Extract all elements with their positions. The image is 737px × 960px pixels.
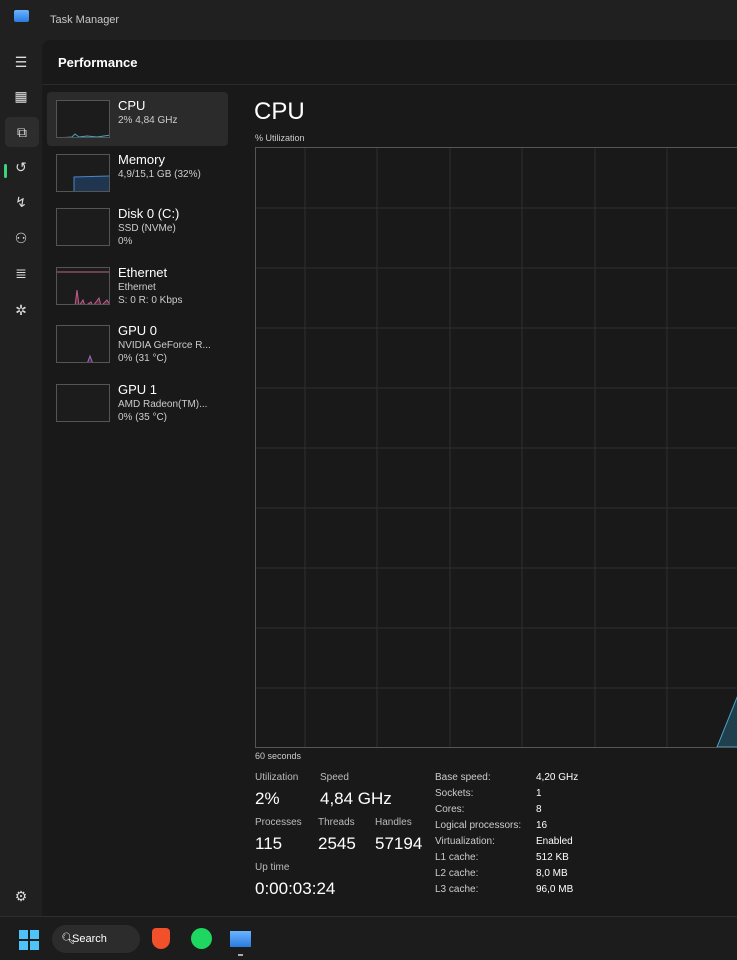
device-sub: 0% (31 °C): [118, 353, 168, 364]
cpu-thumbnail: [56, 100, 110, 138]
device-sub: 0%: [118, 236, 133, 247]
main-panel: Performance CPU 2% 4,84 GHz Memory 4,9/1…: [42, 40, 737, 916]
spotify-icon[interactable]: [191, 928, 212, 949]
title-bar: Task Manager: [0, 0, 737, 40]
device-name: Disk 0 (C:): [118, 206, 180, 221]
device-sub: 0% (35 °C): [118, 412, 168, 423]
threads-label: Threads: [318, 817, 355, 828]
hamburger-menu-icon[interactable]: ☰: [11, 52, 31, 72]
brave-icon[interactable]: [152, 928, 170, 949]
device-disk[interactable]: Disk 0 (C:) SSD (NVMe) 0%: [47, 200, 228, 254]
cpu-utilization-graph: [255, 147, 737, 748]
spec-value: 8: [536, 804, 542, 815]
detail-title: CPU: [254, 98, 305, 125]
device-sub: AMD Radeon(TM)...: [118, 399, 208, 410]
speed-label: Speed: [320, 772, 349, 783]
spec-label: Sockets:: [435, 788, 474, 799]
uptime-value: 0:00:03:24: [255, 879, 336, 898]
app-history-icon[interactable]: ↺: [11, 157, 31, 177]
navigation-rail: ☰ ▦ ⧉ ↺ ↯ ⚇ ≣ ✲ ⚙: [0, 40, 42, 916]
start-button[interactable]: [19, 930, 39, 950]
spec-label: Virtualization:: [435, 836, 495, 847]
search-label: Search: [72, 933, 107, 945]
task-manager-icon: [14, 10, 29, 22]
utilization-label: Utilization: [255, 772, 299, 783]
device-sub: 2% 4,84 GHz: [118, 115, 178, 126]
device-ethernet[interactable]: Ethernet Ethernet S: 0 R: 0 Kbps: [47, 259, 228, 313]
speed-value: 4,84 GHz: [320, 789, 392, 808]
utilization-value: 2%: [255, 789, 280, 808]
task-manager-taskbar-icon[interactable]: [230, 931, 251, 947]
users-icon[interactable]: ⚇: [11, 228, 31, 248]
graph-label: % Utilization: [255, 133, 305, 143]
device-sub: SSD (NVMe): [118, 223, 176, 234]
handles-label: Handles: [375, 817, 412, 828]
spec-label: L3 cache:: [435, 884, 479, 895]
spec-value: 96,0 MB: [536, 884, 574, 895]
device-name: Ethernet: [118, 265, 168, 280]
spec-value: 1: [536, 788, 542, 799]
memory-thumbnail: [56, 154, 110, 192]
processes-value: 115: [255, 834, 283, 853]
processes-icon[interactable]: ▦: [11, 86, 31, 106]
processes-label: Processes: [255, 817, 302, 828]
gpu0-thumbnail: [56, 325, 110, 363]
device-gpu1[interactable]: GPU 1 AMD Radeon(TM)... 0% (35 °C): [47, 376, 228, 430]
performance-icon[interactable]: ⧉: [5, 117, 39, 147]
spec-label: Cores:: [435, 804, 465, 815]
spec-label: L2 cache:: [435, 868, 479, 879]
device-sub: 4,9/15,1 GB (32%): [118, 169, 201, 180]
window-title: Task Manager: [50, 14, 120, 26]
uptime-label: Up time: [255, 862, 290, 873]
spec-label: L1 cache:: [435, 852, 479, 863]
page-title: Performance: [58, 55, 138, 70]
startup-apps-icon[interactable]: ↯: [11, 192, 31, 212]
device-sub: NVIDIA GeForce R...: [118, 340, 211, 351]
device-cpu[interactable]: CPU 2% 4,84 GHz: [47, 92, 228, 146]
services-icon[interactable]: ✲: [11, 300, 31, 320]
cpu-area-series: [716, 696, 737, 748]
graph-svg: [256, 148, 737, 748]
spec-value: Enabled: [536, 836, 573, 847]
time-label: 60 seconds: [255, 751, 302, 761]
spec-label: Logical processors:: [435, 820, 522, 831]
device-memory[interactable]: Memory 4,9/15,1 GB (32%): [47, 146, 228, 200]
spec-value: 4,20 GHz: [536, 772, 579, 783]
spec-value: 16: [536, 820, 548, 831]
device-gpu0[interactable]: GPU 0 NVIDIA GeForce R... 0% (31 °C): [47, 317, 228, 371]
taskbar: 🔍︎ Search: [0, 916, 737, 960]
spec-value: 512 KB: [536, 852, 569, 863]
running-indicator: [238, 954, 243, 956]
device-name: Memory: [118, 152, 165, 167]
device-sub: S: 0 R: 0 Kbps: [118, 295, 183, 306]
gpu1-thumbnail: [56, 384, 110, 422]
device-name: GPU 1: [118, 382, 158, 397]
threads-value: 2545: [318, 834, 356, 853]
ethernet-thumbnail: [56, 267, 110, 305]
settings-icon[interactable]: ⚙: [11, 886, 31, 906]
active-indicator: [4, 164, 7, 178]
device-name: GPU 0: [118, 323, 158, 338]
taskbar-search[interactable]: 🔍︎ Search: [52, 925, 140, 953]
header: Performance: [42, 40, 737, 85]
disk-thumbnail: [56, 208, 110, 246]
device-sub: Ethernet: [118, 282, 156, 293]
handles-value: 57194: [375, 834, 423, 853]
search-icon: 🔍︎: [61, 933, 75, 945]
details-icon[interactable]: ≣: [11, 263, 31, 283]
device-name: CPU: [118, 98, 146, 113]
spec-value: 8,0 MB: [536, 868, 568, 879]
spec-label: Base speed:: [435, 772, 491, 783]
